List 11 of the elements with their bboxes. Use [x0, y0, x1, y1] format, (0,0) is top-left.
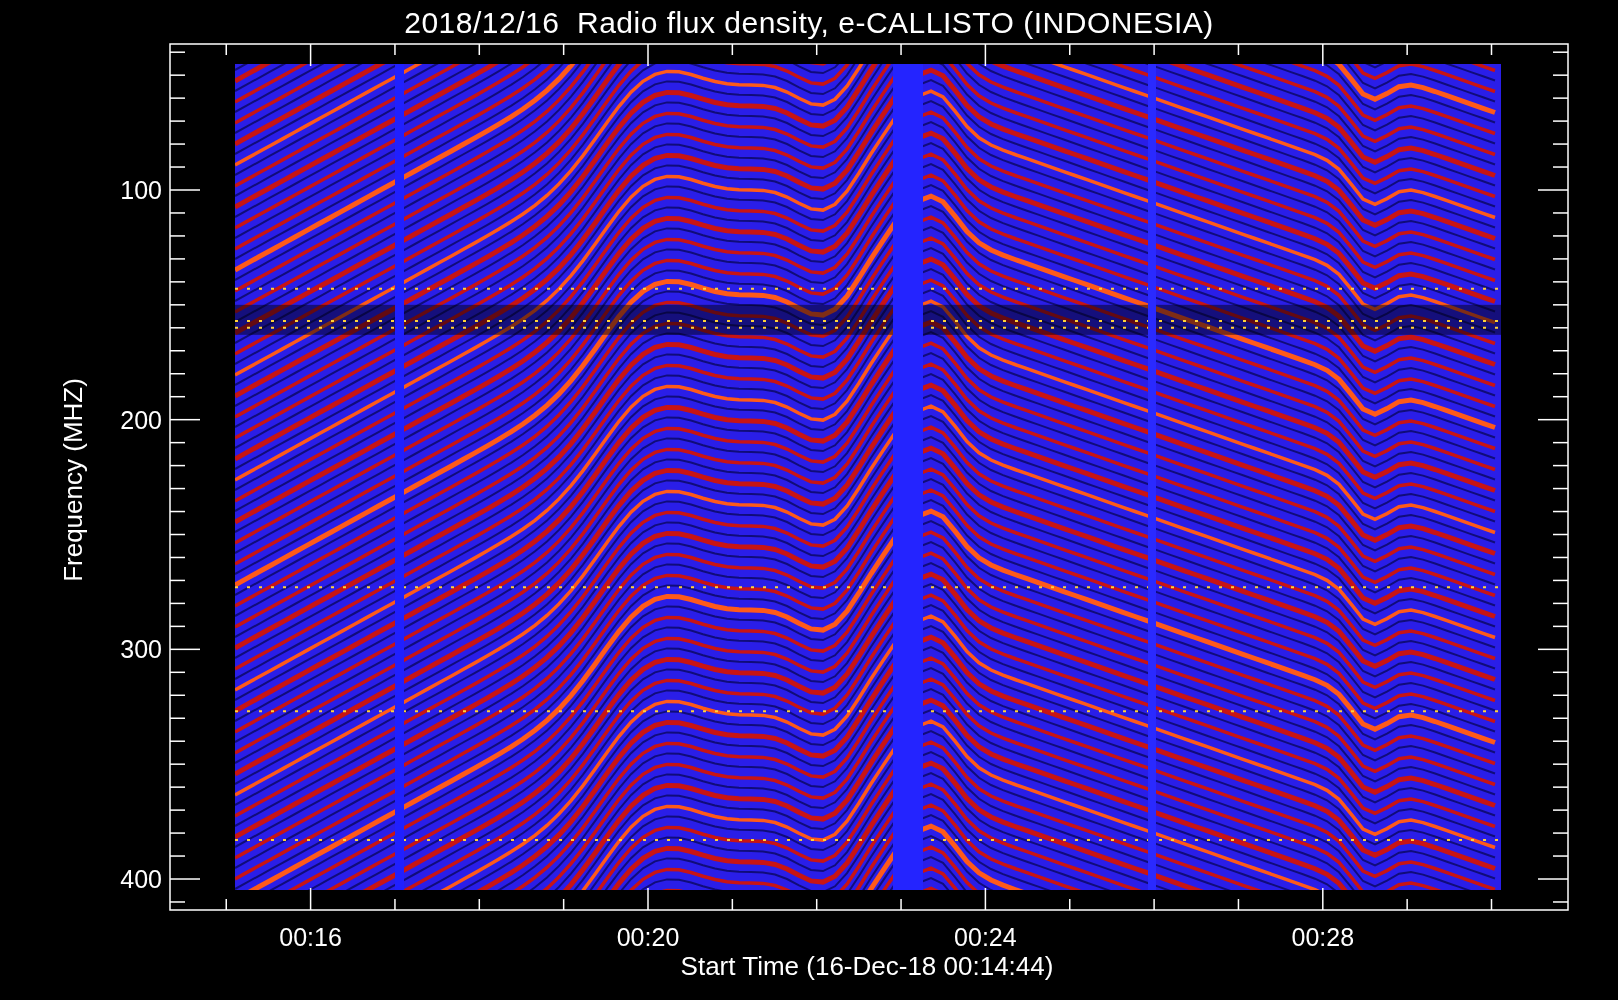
- y-tick-label: 300: [120, 635, 162, 664]
- x-tick-label: 00:28: [1291, 923, 1355, 951]
- y-tick-label: 400: [120, 865, 162, 893]
- y-axis-label: Frequency (MHZ): [58, 378, 88, 582]
- x-tick-label: 00:16: [279, 923, 342, 951]
- y-tick-label: 200: [120, 405, 162, 434]
- chart-title: 2018/12/16 Radio flux density, e-CALLISTO (INDONESIA): [404, 6, 1214, 40]
- x-tick-label: 00:20: [616, 923, 680, 951]
- y-tick-label: 100: [120, 176, 162, 204]
- x-tick-label: 00:24: [954, 923, 1017, 951]
- x-axis-label: Start Time (16-Dec-18 00:14:44): [680, 951, 1054, 981]
